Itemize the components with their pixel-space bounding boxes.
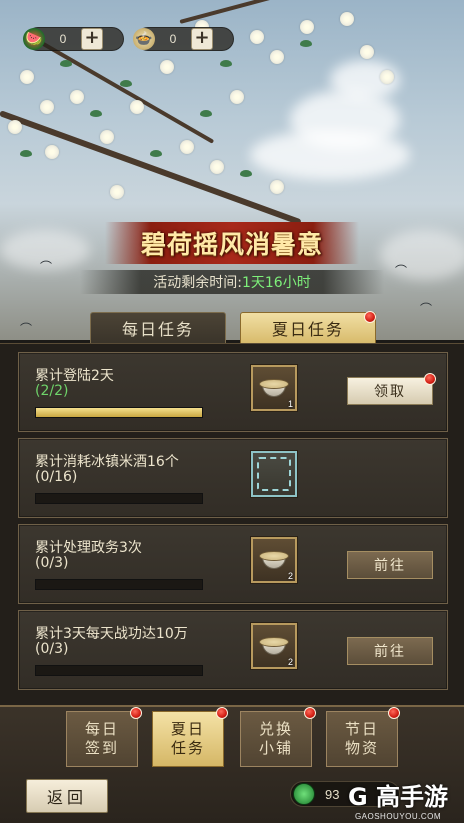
nav-summer-tasks[interactable]: 夏日 任务 [152, 711, 224, 767]
checkin-notification-dot [130, 707, 142, 719]
rice-bowl-count: 0 [169, 32, 177, 46]
empty-frame-icon [257, 457, 291, 491]
go-button[interactable]: 前往 [347, 637, 433, 665]
task-row: 累计消耗冰镇米酒16个 (0/16) [18, 438, 448, 518]
summer-tab-notification-dot [364, 311, 376, 323]
nav-exchange-shop[interactable]: 兑换 小铺 [240, 711, 312, 767]
reward-slot[interactable]: 2 [251, 623, 297, 669]
task-row: 累计3天每天战功达10万 (0/3) 2 前往 [18, 610, 448, 690]
task-progress-bar [35, 579, 203, 590]
watermelon-count: 0 [59, 32, 67, 46]
event-title-banner: 碧荷摇风消暑意 [105, 222, 359, 264]
reward-count: 2 [287, 657, 293, 667]
nav-label-line1: 节日 [344, 720, 379, 738]
go-button[interactable]: 前往 [347, 551, 433, 579]
task-title: 累计登陆2天 [35, 368, 114, 384]
festival-notification-dot [388, 707, 400, 719]
nav-label-line1: 兑换 [258, 720, 293, 738]
summer-tasks-notification-dot [216, 707, 228, 719]
task-progress-bar [35, 407, 203, 418]
timer-value: 1天16小时 [241, 275, 311, 291]
reward-count: 1 [287, 399, 293, 409]
bottom-bar: 每日 签到 夏日 任务 兑换 小铺 节日 物资 返回 93 G 高手游 GAOS… [0, 705, 464, 823]
rice-bowl-icon [259, 377, 289, 399]
rice-bowl-icon: 🍲 [133, 28, 155, 50]
add-rice-bowl-button[interactable]: + [191, 28, 213, 50]
reward-slot[interactable] [251, 451, 297, 497]
event-title: 碧荷摇风消暑意 [140, 230, 323, 259]
resource-watermelon: 🍉 0 + [23, 27, 124, 51]
watermelon-icon: 🍉 [23, 28, 45, 50]
nav-label-line2: 小铺 [258, 739, 293, 757]
timer-label: 活动剩余时间: [153, 275, 242, 291]
exchange-notification-dot [304, 707, 316, 719]
resource-rice-bowl: 🍲 0 + [133, 27, 234, 51]
task-title: 累计3天每天战功达10万 [35, 626, 188, 642]
task-title: 累计消耗冰镇米酒16个 [35, 454, 179, 470]
add-watermelon-button[interactable]: + [81, 28, 103, 50]
nav-daily-checkin[interactable]: 每日 签到 [66, 711, 138, 767]
reward-count: 2 [287, 571, 293, 581]
tab-daily-tasks[interactable]: 每日任务 [90, 312, 226, 344]
nav-label-line2: 任务 [170, 739, 205, 757]
nav-label-line1: 每日 [84, 720, 119, 738]
task-row: 累计登陆2天 (2/2) 1 领取 [18, 352, 448, 432]
task-progress: (2/2) [35, 383, 69, 399]
reward-slot[interactable]: 2 [251, 537, 297, 583]
watermark-logo: G 高手游 [347, 783, 449, 811]
claim-button[interactable]: 领取 [347, 377, 433, 405]
task-progress: (0/3) [35, 641, 69, 657]
site-watermark: G 高手游 GAOSHOUYOU.COM [336, 777, 460, 821]
claim-notification-dot [424, 373, 436, 385]
task-list[interactable]: 累计登陆2天 (2/2) 1 领取 累计消耗冰镇米酒16个 (0/16) 累计处… [0, 343, 464, 705]
task-progress-bar [35, 493, 203, 504]
task-progress: (0/16) [35, 469, 78, 485]
watermark-url: GAOSHOUYOU.COM [354, 812, 442, 821]
task-progress-fill [36, 408, 202, 417]
event-timer: 活动剩余时间: 1天16小时 [80, 270, 384, 294]
nav-label-line2: 物资 [344, 739, 379, 757]
nav-label-line2: 签到 [84, 739, 119, 757]
tab-summer-tasks[interactable]: 夏日任务 [240, 312, 376, 344]
reward-slot[interactable]: 1 [251, 365, 297, 411]
nav-label-line1: 夏日 [170, 720, 205, 738]
task-title: 累计处理政务3次 [35, 540, 142, 556]
task-progress: (0/3) [35, 555, 69, 571]
task-row: 累计处理政务3次 (0/3) 2 前往 [18, 524, 448, 604]
task-progress-bar [35, 665, 203, 676]
rice-bowl-icon [259, 635, 289, 657]
rice-bowl-icon [259, 549, 289, 571]
nav-festival-supplies[interactable]: 节日 物资 [326, 711, 398, 767]
back-button[interactable]: 返回 [26, 779, 108, 813]
jade-coin-icon [293, 783, 315, 805]
